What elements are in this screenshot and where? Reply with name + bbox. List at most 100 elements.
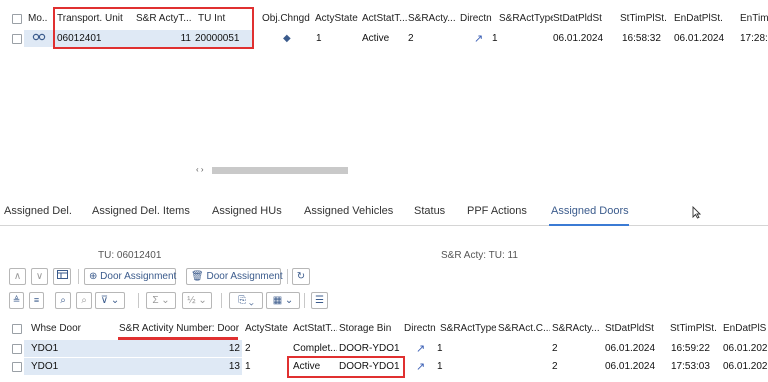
search-icon[interactable]: ⌕ xyxy=(55,292,71,309)
col-header-direction[interactable]: Directn xyxy=(460,10,498,28)
cell-sr-act-type[interactable]: 1 xyxy=(437,341,457,357)
cell-sr-act-type[interactable]: 1 xyxy=(437,359,457,375)
row-checkbox[interactable] xyxy=(12,34,22,44)
align-top-icon[interactable]: ≜ xyxy=(9,292,24,309)
toolbar-divider xyxy=(304,293,305,308)
door-assignment-button[interactable]: ⊕ Door Assignment xyxy=(84,268,176,285)
col-header-acty-state[interactable]: ActyState xyxy=(245,320,291,338)
search-next-icon[interactable]: ⌕ xyxy=(76,292,92,309)
filter-dropdown-icon[interactable]: ⊽ ⌄ xyxy=(95,292,125,309)
cell-en-tim[interactable]: 17:28: xyxy=(740,31,768,47)
cell-st-tim-pl[interactable]: 17:53:03 xyxy=(671,359,721,375)
row-checkbox[interactable] xyxy=(12,344,22,354)
toolbar-divider xyxy=(221,293,222,308)
col-header-st-dat-pld[interactable]: StDatPldSt xyxy=(605,320,667,338)
annotation-highlight-box xyxy=(53,7,254,49)
cell-sr-activity-number[interactable]: 13 xyxy=(160,359,240,375)
subtotal-dropdown-icon[interactable]: ½ ⌄ xyxy=(182,292,212,309)
scroll-arrows[interactable]: ‹ › xyxy=(196,165,204,174)
cell-storage-bin[interactable]: DOOR-YDO1 xyxy=(339,341,401,357)
tab-assigned-del-items[interactable]: Assigned Del. Items xyxy=(92,205,190,217)
col-header-act-stat-text[interactable]: ActStatT... xyxy=(362,10,408,28)
cell-st-dat-pld[interactable]: 06.01.2024 xyxy=(605,341,667,357)
cell-sr-acty[interactable]: 2 xyxy=(552,359,572,375)
col-header-sr-acty[interactable]: S&RActy... xyxy=(408,10,456,28)
mouse-cursor-icon xyxy=(692,205,702,222)
tab-assigned-doors[interactable]: Assigned Doors xyxy=(551,205,629,217)
chevron-down-icon[interactable]: ∨ xyxy=(31,268,48,285)
door-assignment-label: Door Assignment xyxy=(100,271,177,282)
add-circle-icon: ⊕ xyxy=(89,271,98,282)
trash-icon: 🗑 xyxy=(191,271,204,282)
col-header-sr-act-type[interactable]: S&RActType xyxy=(440,320,496,338)
col-header-whse-door[interactable]: Whse Door xyxy=(31,320,91,338)
cell-en-dat-pl[interactable]: 06.01.202 xyxy=(723,341,768,357)
col-header-act-stat-text[interactable]: ActStatT... xyxy=(293,320,337,338)
cell-whse-door[interactable]: YDO1 xyxy=(31,341,91,357)
tab-assigned-del[interactable]: Assigned Del. xyxy=(4,205,72,217)
sum-dropdown-icon[interactable]: Σ ⌄ xyxy=(146,292,176,309)
cell-sr-act-type[interactable]: 1 xyxy=(492,31,512,47)
details-icon[interactable]: ☰ xyxy=(311,292,328,309)
cell-act-stat-text[interactable]: Complet... xyxy=(293,341,337,357)
arrow-up-right-icon: ↗ xyxy=(416,361,426,373)
col-header-st-tim-pl[interactable]: StTimPlSt. xyxy=(620,10,672,28)
layout-dropdown-icon[interactable]: ▦ ⌄ xyxy=(266,292,300,309)
arrow-up-right-icon: ↗ xyxy=(474,33,484,45)
tab-assigned-hus[interactable]: Assigned HUs xyxy=(212,205,282,217)
scrollbar-thumb[interactable] xyxy=(212,167,348,174)
cell-sr-acty[interactable]: 2 xyxy=(552,341,572,357)
table-settings-icon[interactable] xyxy=(53,268,71,285)
cell-sr-activity-number[interactable]: 12 xyxy=(160,341,240,357)
tab-strip: Assigned Del. Assigned Del. Items Assign… xyxy=(0,198,768,226)
chevron-up-icon[interactable]: ∧ xyxy=(9,268,26,285)
select-all-checkbox[interactable] xyxy=(12,324,22,334)
active-tab-indicator xyxy=(549,224,629,226)
col-header-direction[interactable]: Directn xyxy=(404,320,440,338)
cell-whse-door[interactable]: YDO1 xyxy=(31,359,91,375)
glasses-icon[interactable] xyxy=(32,31,50,47)
col-header-sr-activity-number[interactable]: S&R Activity Number: Door xyxy=(119,320,243,338)
toolbar-divider xyxy=(78,269,79,284)
col-header-en-dat-pl[interactable]: EnDatPlSt. xyxy=(674,10,730,28)
tab-status[interactable]: Status xyxy=(414,205,445,217)
cell-acty-state[interactable]: 1 xyxy=(245,359,265,375)
col-header-storage-bin[interactable]: Storage Bin xyxy=(339,320,401,338)
cell-en-dat-pl[interactable]: 06.01.202 xyxy=(723,359,768,375)
select-all-checkbox[interactable] xyxy=(12,14,22,24)
toolbar-divider xyxy=(138,293,139,308)
door-unassignment-button[interactable]: 🗑 Door Assignment xyxy=(186,268,283,285)
cell-acty-state[interactable]: 1 xyxy=(316,31,336,47)
cell-st-tim-pl[interactable]: 16:58:32 xyxy=(622,31,672,47)
col-header-sr-acty[interactable]: S&RActy... xyxy=(552,320,602,338)
col-header-mode[interactable]: Mo.. xyxy=(28,10,50,28)
sr-acty-info-label: S&R Acty: TU: 11 xyxy=(441,250,518,261)
horizontal-scrollbar[interactable]: ‹ › xyxy=(196,165,348,175)
col-header-obj-changed[interactable]: Obj.Chngd xyxy=(262,10,314,28)
cell-acty-state[interactable]: 2 xyxy=(245,341,265,357)
col-header-st-tim-pl[interactable]: StTimPlSt. xyxy=(670,320,722,338)
cell-st-dat-pld[interactable]: 06.01.2024 xyxy=(605,359,667,375)
col-header-st-dat-pld[interactable]: StDatPldSt xyxy=(553,10,613,28)
refresh-icon[interactable]: ↻ xyxy=(292,268,310,285)
cell-sr-acty[interactable]: 2 xyxy=(408,31,428,47)
transport-unit-table: Mo.. Transport. Unit S&R ActyT... TU Int… xyxy=(0,0,768,186)
col-header-en-dat-pl[interactable]: EnDatPlS xyxy=(723,320,768,338)
tab-assigned-vehicles[interactable]: Assigned Vehicles xyxy=(304,205,393,217)
cell-st-tim-pl[interactable]: 16:59:22 xyxy=(671,341,721,357)
col-header-acty-state[interactable]: ActyState xyxy=(315,10,363,28)
col-header-sr-act-c[interactable]: S&RAct.C... xyxy=(498,320,550,338)
col-header-en-tim[interactable]: EnTim xyxy=(740,10,768,28)
cell-act-stat-text[interactable]: Active xyxy=(362,31,406,47)
tu-info-label: TU: 06012401 xyxy=(98,250,162,261)
annotation-highlight-box xyxy=(287,356,405,378)
export-dropdown-icon[interactable]: ⎘ ⌄ xyxy=(229,292,263,309)
cell-en-dat-pl[interactable]: 06.01.2024 xyxy=(674,31,730,47)
align-middle-icon[interactable]: ≡ xyxy=(29,292,44,309)
col-header-sr-act-type[interactable]: S&RActType xyxy=(499,10,553,28)
diamond-icon: ◆ xyxy=(283,33,291,44)
door-unassignment-label: Door Assignment xyxy=(206,271,283,282)
row-checkbox[interactable] xyxy=(12,362,22,372)
cell-st-dat-pld[interactable]: 06.01.2024 xyxy=(553,31,613,47)
tab-ppf-actions[interactable]: PPF Actions xyxy=(467,205,527,217)
